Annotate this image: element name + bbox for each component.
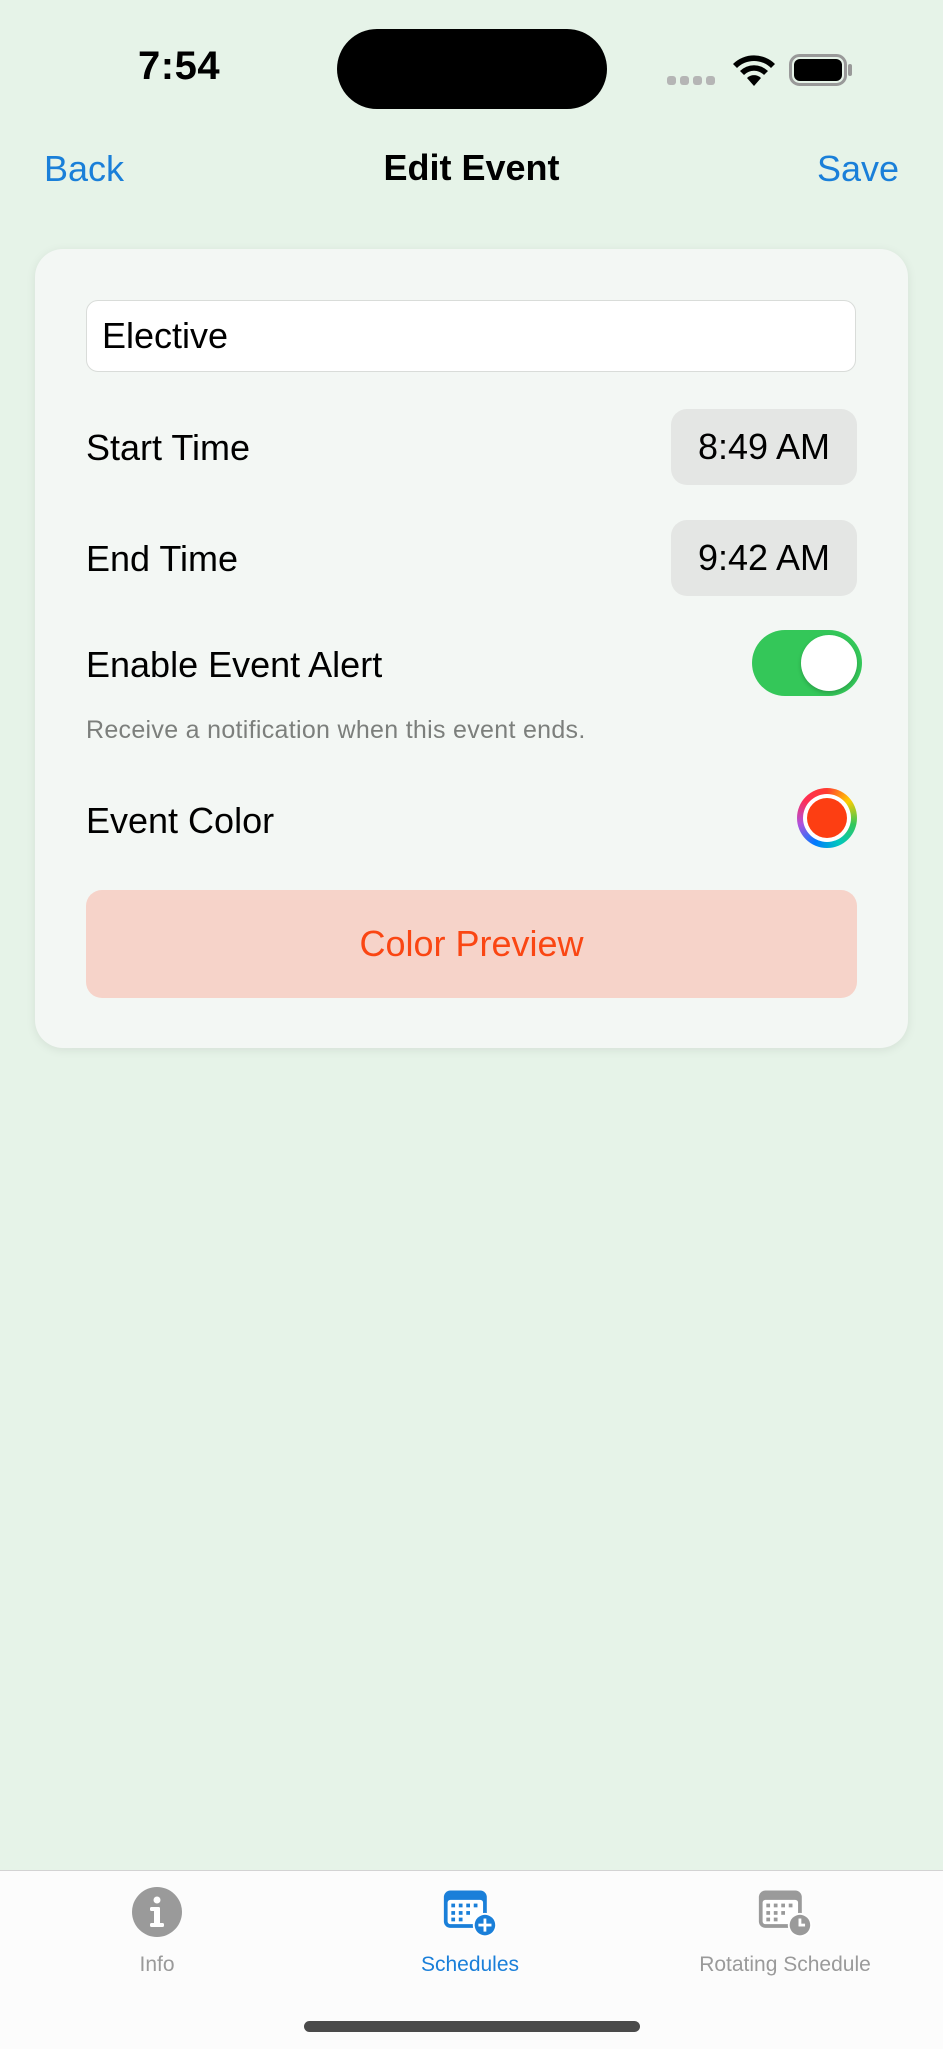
cellular-signal-icon	[667, 76, 715, 85]
tab-schedules-label: Schedules	[420, 1953, 520, 1976]
status-time: 7:54	[138, 44, 221, 88]
tab-info-label: Info	[139, 1953, 175, 1976]
tab-rotating-schedule-label: Rotating Schedule	[699, 1953, 871, 1976]
tab-schedules[interactable]: Schedules	[390, 1884, 550, 1977]
alert-toggle[interactable]	[752, 630, 862, 696]
alert-label: Enable Event Alert	[86, 644, 383, 685]
page-title: Edit Event	[383, 147, 560, 188]
calendar-add-icon	[443, 1890, 498, 1938]
info-circle-icon	[132, 1887, 182, 1937]
event-color-label: Event Color	[86, 800, 275, 841]
event-name-input[interactable]	[86, 300, 856, 372]
dynamic-island	[337, 29, 607, 109]
save-button[interactable]: Save	[817, 148, 899, 190]
start-time-picker[interactable]: 8:49 AM	[671, 409, 857, 485]
calendar-clock-icon	[758, 1890, 813, 1938]
selected-color-swatch	[807, 798, 847, 838]
alert-hint: Receive a notification when this event e…	[86, 716, 586, 744]
color-picker-well[interactable]	[797, 788, 857, 848]
start-time-label: Start Time	[86, 427, 251, 468]
toggle-knob	[801, 635, 857, 691]
end-time-picker[interactable]: 9:42 AM	[671, 520, 857, 596]
wifi-icon	[733, 55, 775, 86]
tab-info[interactable]: Info	[107, 1884, 207, 1977]
tab-rotating-schedule[interactable]: Rotating Schedule	[665, 1884, 905, 1977]
color-preview: Color Preview	[86, 890, 857, 998]
battery-icon	[789, 54, 852, 86]
end-time-label: End Time	[86, 538, 239, 579]
home-indicator	[304, 2021, 640, 2032]
